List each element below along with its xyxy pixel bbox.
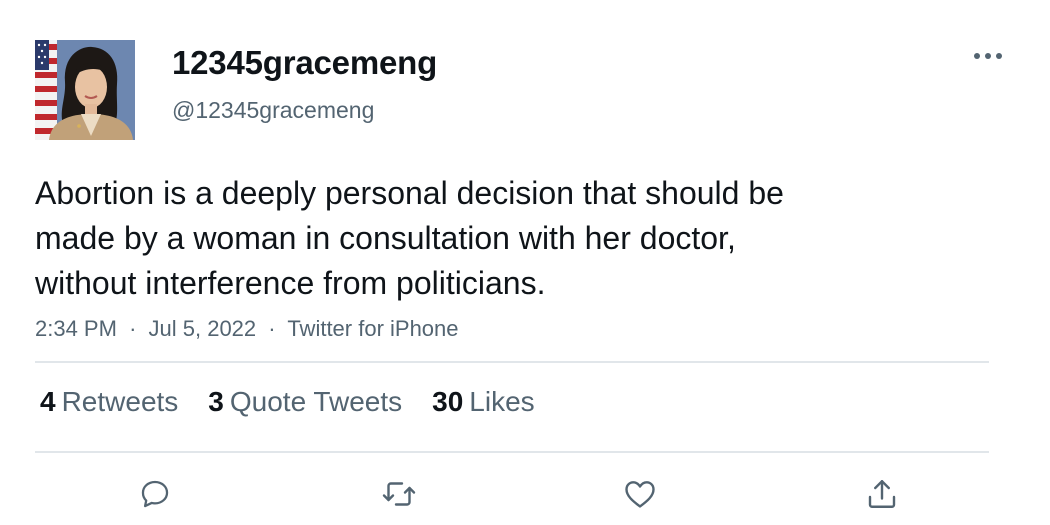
quote-tweets-label: Quote Tweets <box>229 386 403 417</box>
reply-button[interactable] <box>133 472 177 516</box>
retweet-icon <box>382 482 416 506</box>
meta-separator: · <box>268 316 276 341</box>
tweet-time[interactable]: 2:34 PM <box>35 316 117 341</box>
display-name[interactable]: 12345gracemeng <box>172 44 437 82</box>
likes-label: Likes <box>469 386 535 417</box>
user-handle[interactable]: @12345gracemeng <box>172 97 374 124</box>
retweets-count: 4 <box>40 386 56 417</box>
tweet-text-line: Abortion is a deeply personal decision t… <box>35 175 784 211</box>
tweet-text: Abortion is a deeply personal decision t… <box>35 171 935 306</box>
divider <box>35 451 989 453</box>
engagement-stats: 4 Retweets 3 Quote Tweets 30 Likes <box>40 386 565 418</box>
retweets-stat[interactable]: 4 Retweets <box>40 386 178 418</box>
meta-separator: · <box>129 316 137 341</box>
avatar-photo <box>35 40 135 140</box>
quote-tweets-count: 3 <box>208 386 224 417</box>
likes-stat[interactable]: 30 Likes <box>432 386 535 418</box>
tweet-date[interactable]: Jul 5, 2022 <box>149 316 257 341</box>
tweet-source[interactable]: Twitter for iPhone <box>287 316 458 341</box>
retweets-label: Retweets <box>61 386 179 417</box>
divider <box>35 361 989 363</box>
quote-tweets-stat[interactable]: 3 Quote Tweets <box>208 386 402 418</box>
share-icon <box>868 480 896 508</box>
share-button[interactable] <box>860 472 904 516</box>
heart-icon <box>625 481 655 508</box>
avatar[interactable] <box>35 40 135 140</box>
likes-count: 30 <box>432 386 464 417</box>
more-options-button[interactable] <box>966 40 1010 72</box>
tweet-meta: 2:34 PM · Jul 5, 2022 · Twitter for iPho… <box>35 316 459 342</box>
tweet-text-line: without interference from politicians. <box>35 265 546 301</box>
reply-icon <box>141 480 169 508</box>
retweet-button[interactable] <box>377 472 421 516</box>
more-horizontal-icon <box>974 53 1002 59</box>
tweet-text-line: made by a woman in consultation with her… <box>35 220 736 256</box>
like-button[interactable] <box>618 472 662 516</box>
